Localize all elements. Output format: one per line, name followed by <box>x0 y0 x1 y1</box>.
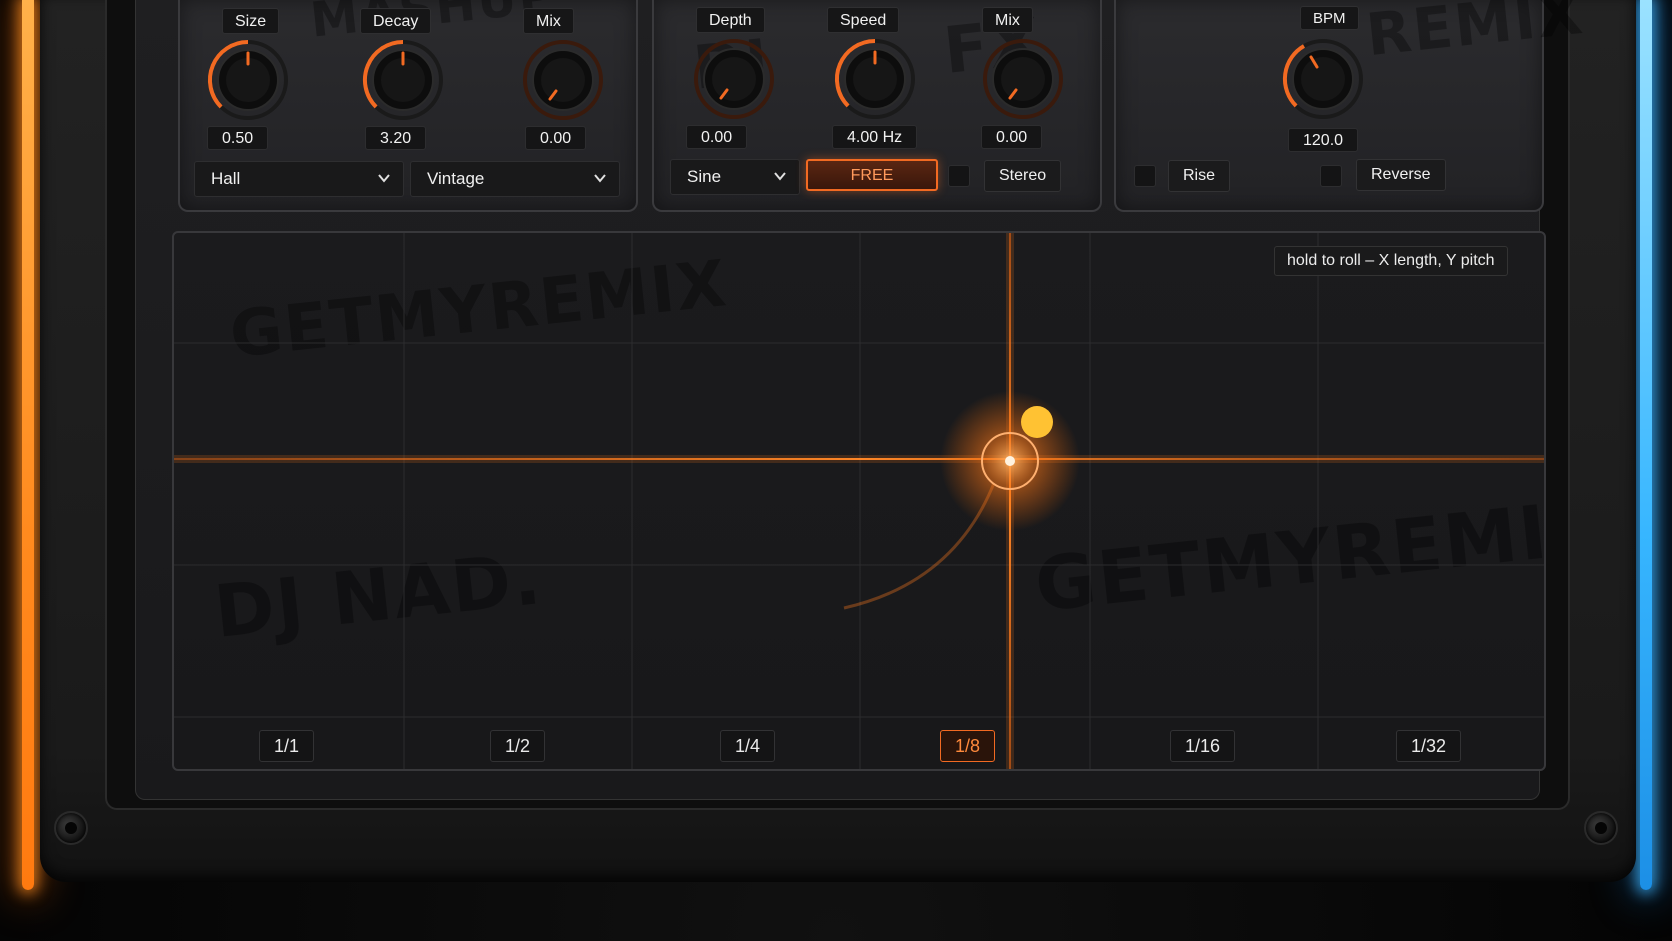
reverb-type-value: Hall <box>211 169 241 188</box>
right-neon-strip <box>1640 0 1652 890</box>
reverb-type-select[interactable]: Hall <box>194 161 404 197</box>
rise-checkbox[interactable] <box>1134 165 1156 187</box>
app-stage: MASHUP Size 0.50 Decay 3.20 Mix 0.00 Hal… <box>0 0 1672 941</box>
decay-label: Decay <box>360 8 432 34</box>
depth-knob-icon <box>694 39 774 119</box>
screw-icon <box>1584 811 1618 845</box>
stereo-checkbox[interactable] <box>948 165 970 187</box>
cursor-handle-dot <box>1021 406 1053 438</box>
reverb-character-select[interactable]: Vintage <box>410 161 620 197</box>
chevron-down-icon <box>774 172 786 181</box>
speed-label: Speed <box>827 7 900 33</box>
stereo-label[interactable]: Stereo <box>984 160 1062 192</box>
roll-panel: REMIX BPM 120.0 Rise Reverse <box>1114 0 1587 212</box>
reverb-character-value: Vintage <box>427 169 485 188</box>
size-label: Size <box>222 8 280 34</box>
screw-icon <box>54 811 88 845</box>
cursor-center-dot <box>1005 456 1015 466</box>
speed-knob[interactable] <box>832 36 918 122</box>
reverse-label[interactable]: Reverse <box>1356 159 1446 191</box>
mod-mix-label: Mix <box>982 7 1033 33</box>
reverb-mix-value: 0.00 <box>525 126 587 150</box>
division-1-1-button[interactable]: 1/1 <box>259 730 315 762</box>
reverse-checkbox[interactable] <box>1320 165 1342 187</box>
division-1-2-button[interactable]: 1/2 <box>490 730 546 762</box>
mod-mix-knob[interactable] <box>980 36 1066 122</box>
rise-label[interactable]: Rise <box>1168 160 1231 192</box>
waveform-value: Sine <box>687 167 722 186</box>
division-1-4-button[interactable]: 1/4 <box>720 730 776 762</box>
division-1-16-button[interactable]: 1/16 <box>1170 730 1236 762</box>
bpm-knob-icon <box>1282 39 1363 119</box>
chevron-down-icon <box>378 174 390 183</box>
division-1-32-button[interactable]: 1/32 <box>1396 730 1462 762</box>
mod-mix-value: 0.00 <box>981 125 1043 149</box>
depth-label: Depth <box>696 7 765 33</box>
division-1-8-button[interactable]: 1/8 <box>940 730 996 762</box>
mod-mix-knob-icon <box>983 39 1063 119</box>
chevron-down-icon <box>594 174 606 183</box>
speed-value: 4.00 Hz <box>832 125 918 149</box>
bpm-value: 120.0 <box>1288 128 1359 152</box>
size-value: 0.50 <box>207 126 269 150</box>
pad-hint-label: hold to roll – X length, Y pitch <box>1274 246 1508 276</box>
decay-knob-icon <box>362 39 443 120</box>
reverb-mix-knob-icon <box>523 40 603 120</box>
decay-knob[interactable] <box>360 37 446 123</box>
decay-value: 3.20 <box>365 126 427 150</box>
roll-xy-pad[interactable]: GETMYREMIX DJ NAD. GETMYREMIX <box>172 231 1546 771</box>
left-neon-strip <box>22 0 34 890</box>
bpm-label: BPM <box>1300 6 1359 30</box>
speed-knob-icon <box>834 38 915 119</box>
reverb-panel: MASHUP Size 0.50 Decay 3.20 Mix 0.00 Hal… <box>178 0 638 212</box>
depth-value: 0.00 <box>686 125 748 149</box>
depth-knob[interactable] <box>691 36 777 122</box>
pad-grid <box>174 233 1544 769</box>
bpm-knob[interactable] <box>1280 36 1366 122</box>
modulation-panel: DJ FX Depth 0.00 Speed 4.00 Hz Mix <box>652 0 1102 212</box>
reverb-mix-knob[interactable] <box>520 37 606 123</box>
waveform-select[interactable]: Sine <box>670 159 800 195</box>
free-sync-button[interactable]: FREE <box>806 159 938 191</box>
size-knob-icon <box>207 39 288 120</box>
size-knob[interactable] <box>205 37 291 123</box>
reverb-mix-label: Mix <box>523 8 574 34</box>
